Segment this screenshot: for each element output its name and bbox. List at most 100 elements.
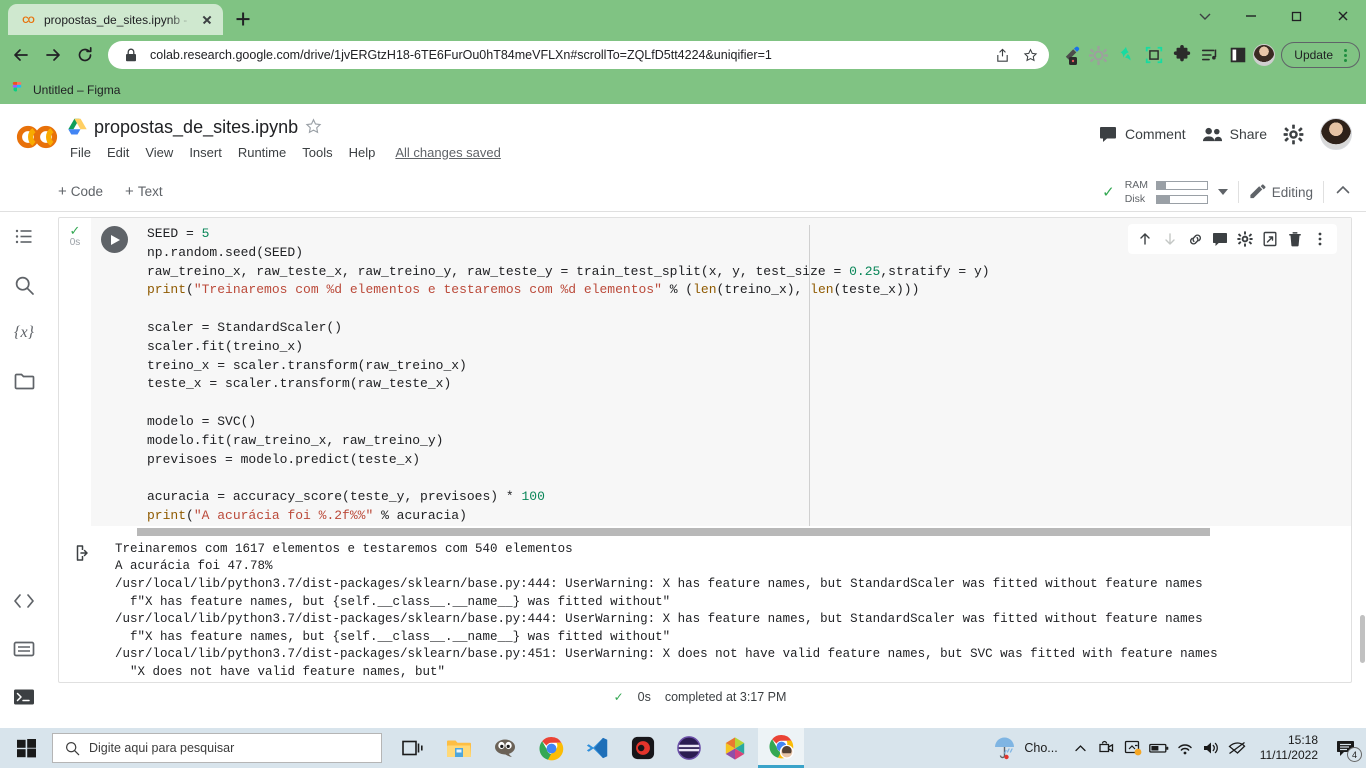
plus-icon: + bbox=[58, 183, 67, 200]
colab-logo-icon[interactable] bbox=[12, 114, 64, 160]
code-text[interactable]: SEED = 5 np.random.seed(SEED) raw_treino… bbox=[137, 218, 1351, 526]
hexagon-app-button[interactable] bbox=[712, 728, 758, 768]
page-scrollbar-thumb[interactable] bbox=[1360, 615, 1365, 663]
address-bar[interactable]: colab.research.google.com/drive/1jvERGtz… bbox=[108, 41, 1050, 69]
browser-profile-avatar[interactable] bbox=[1253, 44, 1276, 66]
comment-button[interactable]: Comment bbox=[1098, 124, 1186, 144]
code-cell[interactable]: ✓ 0s SEED = 5 np.random.seed(SEED) raw_t… bbox=[58, 217, 1352, 683]
back-button[interactable] bbox=[6, 40, 36, 70]
sidebar-item-table-of-contents[interactable] bbox=[7, 220, 41, 254]
bookmark-star-icon[interactable] bbox=[1021, 46, 1039, 64]
new-tab-button[interactable] bbox=[229, 5, 257, 33]
page-scrollbar[interactable] bbox=[1359, 225, 1366, 665]
maximize-window-icon[interactable] bbox=[1274, 0, 1320, 32]
menu-edit[interactable]: Edit bbox=[107, 145, 129, 160]
chrome-button[interactable] bbox=[528, 728, 574, 768]
collapse-toolbar-icon[interactable] bbox=[1334, 181, 1352, 204]
menu-runtime[interactable]: Runtime bbox=[238, 145, 286, 160]
wifi-tray-icon[interactable] bbox=[1172, 728, 1198, 768]
gear-extension-icon[interactable] bbox=[1085, 42, 1111, 68]
eyedropper-extension-icon[interactable] bbox=[1057, 42, 1083, 68]
editing-label: Editing bbox=[1271, 184, 1313, 200]
delete-cell-icon[interactable] bbox=[1284, 228, 1306, 250]
notebook-canvas: ✓ 0s SEED = 5 np.random.seed(SEED) raw_t… bbox=[48, 212, 1366, 728]
add-comment-icon[interactable] bbox=[1209, 228, 1231, 250]
sidebar-item-search[interactable] bbox=[7, 268, 41, 302]
gimp-button[interactable] bbox=[482, 728, 528, 768]
battery-tray-icon[interactable] bbox=[1146, 728, 1172, 768]
divider bbox=[1323, 181, 1324, 203]
side-panel-icon[interactable] bbox=[1225, 42, 1251, 68]
tab-search-icon[interactable] bbox=[1182, 0, 1228, 32]
update-button[interactable]: Update bbox=[1281, 42, 1360, 68]
grammarly-extension-icon[interactable] bbox=[1113, 42, 1139, 68]
close-tab-icon[interactable] bbox=[199, 12, 215, 28]
share-button[interactable]: Share bbox=[1202, 125, 1267, 143]
disk-row: Disk bbox=[1125, 193, 1208, 205]
volume-tray-icon[interactable] bbox=[1198, 728, 1224, 768]
google-drive-icon bbox=[68, 118, 87, 137]
scrollbar-thumb[interactable] bbox=[137, 527, 1211, 536]
vscode-button[interactable] bbox=[574, 728, 620, 768]
menu-help[interactable]: Help bbox=[349, 145, 376, 160]
extensions-puzzle-icon[interactable] bbox=[1169, 42, 1195, 68]
browser-tab[interactable]: CO propostas_de_sites.ipynb - Colab bbox=[8, 4, 223, 35]
save-status-label[interactable]: All changes saved bbox=[395, 145, 501, 160]
menu-view[interactable]: View bbox=[145, 145, 173, 160]
task-view-button[interactable] bbox=[390, 728, 436, 768]
disk-label: Disk bbox=[1124, 193, 1146, 205]
weather-umbrella-icon bbox=[995, 737, 1015, 760]
code-editor[interactable]: SEED = 5 np.random.seed(SEED) raw_treino… bbox=[137, 218, 1351, 526]
chrome-active-button[interactable] bbox=[758, 728, 804, 768]
bookmark-figma-label[interactable]: Untitled – Figma bbox=[33, 83, 120, 97]
show-hidden-icons-button[interactable] bbox=[1068, 728, 1094, 768]
chrome-active-icon bbox=[768, 734, 794, 759]
open-in-new-tab-icon[interactable] bbox=[1259, 228, 1281, 250]
no-internet-tray-icon[interactable] bbox=[1224, 728, 1250, 768]
share-page-icon[interactable] bbox=[993, 46, 1011, 64]
sidebar-item-terminal[interactable] bbox=[7, 680, 41, 714]
user-avatar[interactable] bbox=[1320, 118, 1352, 150]
close-window-icon[interactable] bbox=[1320, 0, 1366, 32]
add-code-cell-button[interactable]: + Code bbox=[58, 184, 103, 199]
playlist-extension-icon[interactable] bbox=[1197, 42, 1223, 68]
chrome-menu-icon[interactable] bbox=[1337, 47, 1353, 63]
recording-app-button[interactable] bbox=[620, 728, 666, 768]
taskbar-clock[interactable]: 15:18 11/11/2022 bbox=[1250, 733, 1328, 763]
star-notebook-icon[interactable] bbox=[305, 118, 323, 136]
cell-settings-icon[interactable] bbox=[1234, 228, 1256, 250]
resource-usage[interactable]: RAM Disk bbox=[1125, 179, 1208, 205]
resource-dropdown-icon[interactable] bbox=[1217, 189, 1228, 195]
more-cell-actions-icon[interactable] bbox=[1309, 228, 1331, 250]
menu-file[interactable]: File bbox=[70, 145, 91, 160]
taskbar-search-input[interactable]: Digite aqui para pesquisar bbox=[52, 733, 382, 763]
sidebar-item-code-snippets[interactable] bbox=[7, 584, 41, 618]
screenshot-extension-icon[interactable] bbox=[1141, 42, 1167, 68]
add-text-cell-button[interactable]: + Text bbox=[125, 184, 163, 199]
file-explorer-button[interactable] bbox=[436, 728, 482, 768]
colab-app: propostas_de_sites.ipynb File Edit View … bbox=[0, 104, 1366, 728]
page-title[interactable]: propostas_de_sites.ipynb bbox=[94, 117, 298, 138]
move-cell-down-icon[interactable] bbox=[1159, 228, 1181, 250]
run-cell-button[interactable] bbox=[100, 226, 128, 253]
weather-widget[interactable]: Cho... bbox=[988, 736, 1067, 760]
menu-tools[interactable]: Tools bbox=[302, 145, 332, 160]
sidebar-item-command-palette[interactable] bbox=[7, 632, 41, 666]
editing-mode-button[interactable]: Editing bbox=[1249, 183, 1313, 201]
comment-label: Comment bbox=[1124, 126, 1186, 142]
sidebar-item-variables[interactable]: {x} bbox=[7, 316, 41, 350]
notifications-button[interactable]: 4 bbox=[1328, 728, 1364, 768]
reload-button[interactable] bbox=[70, 40, 100, 70]
sidebar-item-files[interactable] bbox=[7, 364, 41, 398]
settings-button[interactable] bbox=[1283, 124, 1304, 145]
purple-app-button[interactable] bbox=[666, 728, 712, 768]
code-horizontal-scrollbar[interactable] bbox=[59, 525, 1351, 536]
minimize-window-icon[interactable] bbox=[1228, 0, 1274, 32]
link-to-cell-icon[interactable] bbox=[1184, 228, 1206, 250]
onedrive-tray-icon[interactable] bbox=[1120, 728, 1146, 768]
move-cell-up-icon[interactable] bbox=[1134, 228, 1156, 250]
menu-insert[interactable]: Insert bbox=[189, 145, 222, 160]
start-button[interactable] bbox=[2, 728, 50, 768]
forward-button[interactable] bbox=[38, 40, 68, 70]
camera-tray-icon[interactable] bbox=[1094, 728, 1120, 768]
